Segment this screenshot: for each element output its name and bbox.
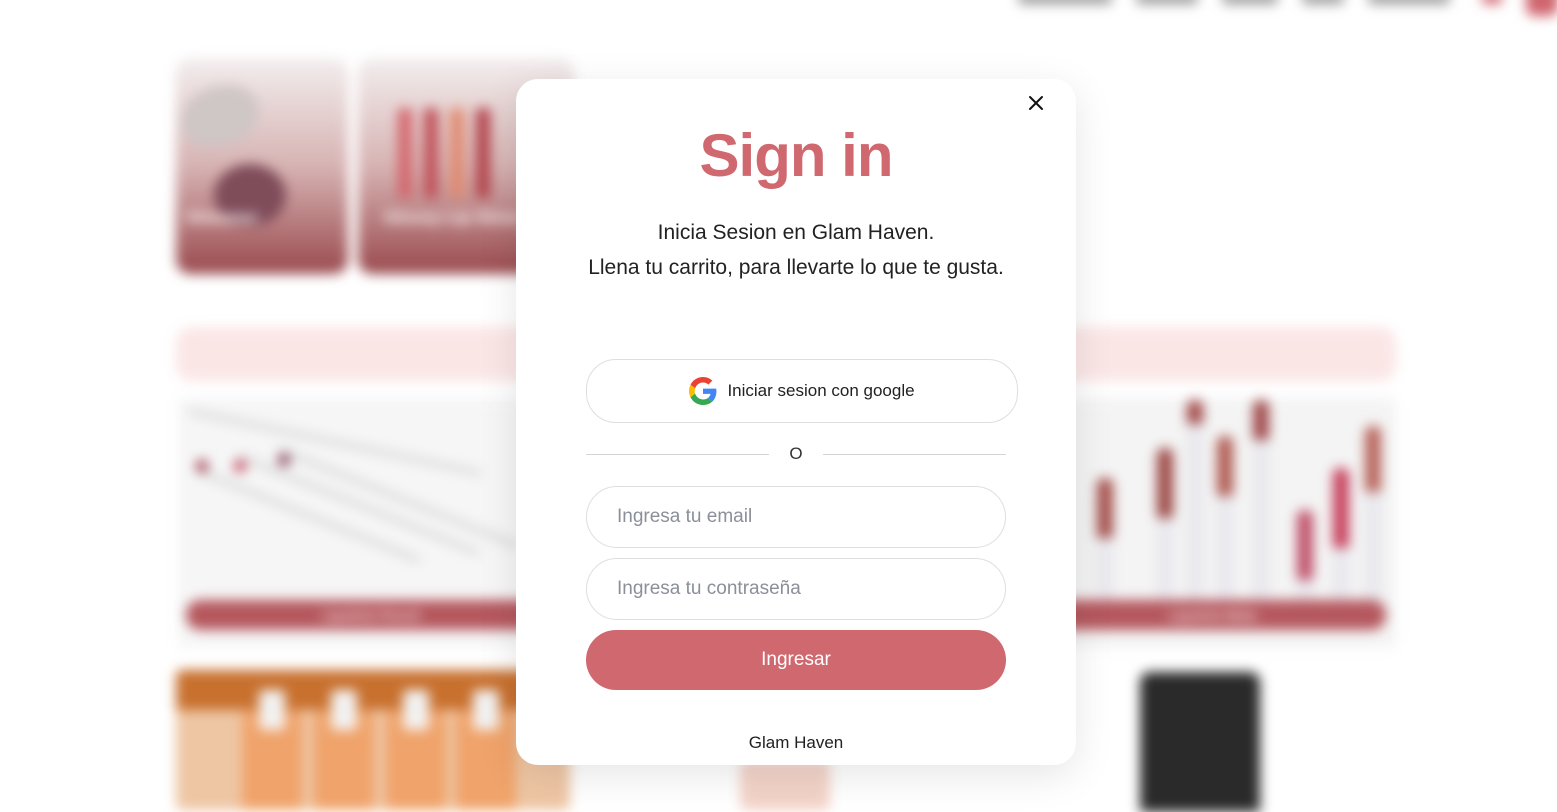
footer-brand: Glam Haven xyxy=(748,733,844,752)
lipstick-image xyxy=(1187,400,1203,424)
compact-image xyxy=(176,74,268,158)
email-field[interactable] xyxy=(586,486,1006,548)
category-label: Glossy Lip Gloss xyxy=(384,208,523,227)
cart-icon[interactable] xyxy=(1482,0,1502,4)
nav-link[interactable] xyxy=(1368,0,1450,4)
google-button-label: Iniciar sesion con google xyxy=(727,381,915,400)
pencil-tip xyxy=(278,454,290,466)
lipstick-image xyxy=(1157,448,1173,518)
google-g-icon xyxy=(689,377,717,405)
page-title: Sign in xyxy=(699,122,894,189)
product-card-lipstick-pencil[interactable]: Lipstick Pencil xyxy=(178,398,558,648)
lipstick-image xyxy=(1297,510,1313,580)
product-card-black-bottle[interactable] xyxy=(1140,672,1260,812)
account-button[interactable] xyxy=(1526,0,1557,16)
close-button[interactable] xyxy=(1024,91,1048,115)
nav-link[interactable] xyxy=(1302,0,1344,4)
pencil-image xyxy=(187,408,483,477)
product-card-lipstick-mate[interactable]: Lipstick Mate xyxy=(1040,398,1396,648)
lipstick-image xyxy=(1217,436,1233,496)
foundation-backdrop xyxy=(176,670,570,710)
lipstick-image xyxy=(1333,468,1349,548)
pencil-tip xyxy=(234,460,246,472)
subtitle-line-1: Inicia Sesion en Glam Haven. xyxy=(657,221,935,244)
gloss-image xyxy=(476,108,490,198)
google-sign-in-button[interactable]: Iniciar sesion con google xyxy=(586,359,1018,423)
nav-link[interactable] xyxy=(1018,0,1112,4)
password-field[interactable] xyxy=(586,558,1006,620)
divider-line xyxy=(823,454,1006,455)
bottle-image xyxy=(403,690,429,730)
gloss-image xyxy=(398,108,412,198)
bottle-image xyxy=(259,690,285,730)
product-card-nude[interactable] xyxy=(740,760,830,810)
category-card-shimmer[interactable]: Shimmer xyxy=(176,58,348,274)
nav-link[interactable] xyxy=(1136,0,1198,4)
submit-button[interactable]: Ingresar xyxy=(586,630,1006,690)
bottle-image xyxy=(473,690,499,730)
lipstick-image xyxy=(1252,418,1270,608)
or-divider: O xyxy=(586,443,1006,465)
nav-link[interactable] xyxy=(1222,0,1278,4)
subtitle: Inicia Sesion en Glam Haven. Llena tu ca… xyxy=(586,215,1006,285)
gloss-image xyxy=(424,108,438,198)
lipstick-image xyxy=(1186,408,1204,608)
sign-in-modal: Sign in Inicia Sesion en Glam Haven. Lle… xyxy=(516,79,1076,765)
product-card-foundation[interactable] xyxy=(176,670,570,810)
lipstick-image xyxy=(1097,478,1113,538)
product-label: Lipstick Mate xyxy=(1040,600,1386,630)
pencil-image xyxy=(276,446,521,550)
lipstick-image xyxy=(1365,426,1381,492)
pencil-tip xyxy=(196,460,208,472)
close-icon xyxy=(1029,96,1043,110)
bottle-image xyxy=(331,690,357,730)
subtitle-line-2: Llena tu carrito, para llevarte lo que t… xyxy=(588,256,1004,279)
lipstick-image xyxy=(1253,400,1269,440)
product-label: Lipstick Pencil xyxy=(186,600,556,630)
category-label: Shimmer xyxy=(186,208,259,227)
gloss-image xyxy=(450,108,464,198)
